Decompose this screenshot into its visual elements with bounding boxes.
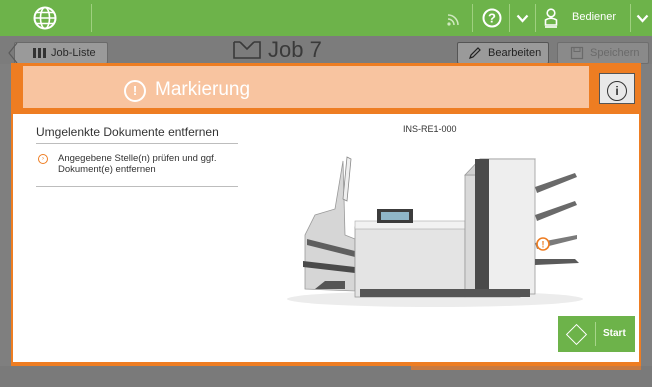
save-icon [570, 46, 584, 60]
job-list-label: Job-Liste [51, 47, 96, 59]
chevron-down-icon[interactable] [516, 14, 529, 23]
top-bar: ? Bediener [0, 0, 652, 36]
divider [595, 322, 596, 346]
envelope-icon [233, 41, 261, 59]
marking-dialog: ✕ ! Markierung i Umgelenkte Dokumente en… [11, 63, 641, 366]
bottom-accent [411, 366, 641, 370]
start-label: Start [603, 328, 626, 339]
step-arrow-icon: › [38, 154, 48, 164]
divider [630, 4, 631, 32]
divider [91, 4, 92, 32]
inserter-machine-illustration: ! [287, 156, 583, 307]
user-label[interactable]: Bediener [572, 11, 616, 23]
divider [509, 4, 510, 32]
save-label: Speichern [590, 47, 640, 59]
user-icon[interactable] [544, 8, 558, 28]
svg-text:?: ? [488, 11, 496, 26]
dialog-body: Umgelenkte Dokumente entfernen › Angegeb… [13, 114, 639, 362]
edit-label: Bearbeiten [488, 47, 542, 59]
save-button[interactable]: Speichern [557, 42, 649, 64]
divider [36, 143, 238, 144]
section-title: Umgelenkte Dokumente entfernen [36, 125, 219, 139]
edit-button[interactable]: Bearbeiten [457, 42, 549, 64]
dialog-header: ! Markierung [23, 66, 589, 108]
divider [535, 4, 536, 32]
help-icon[interactable]: ? [482, 8, 502, 28]
chevron-left-icon [8, 42, 18, 64]
step-instruction: Angegebene Stelle(n) prüfen und ggf. Dok… [58, 153, 217, 175]
job-list-back-button[interactable]: Job-Liste [8, 42, 108, 64]
user-menu-chevron-icon[interactable] [636, 14, 649, 23]
divider [36, 186, 238, 187]
list-icon [33, 48, 47, 58]
device-code: INS-RE1-000 [403, 124, 457, 134]
alert-marker-icon: ! [542, 240, 545, 250]
job-title: Job 7 [268, 37, 322, 62]
dialog-title: Markierung [155, 79, 251, 100]
globe-icon[interactable] [33, 6, 57, 30]
start-button[interactable]: Start [558, 316, 635, 352]
pencil-icon [469, 47, 481, 59]
divider [472, 4, 473, 32]
info-icon: i [607, 80, 627, 101]
info-button[interactable]: i [599, 73, 635, 104]
start-icon [565, 323, 588, 346]
feed-icon[interactable] [447, 12, 461, 26]
warning-icon: ! [124, 80, 146, 102]
